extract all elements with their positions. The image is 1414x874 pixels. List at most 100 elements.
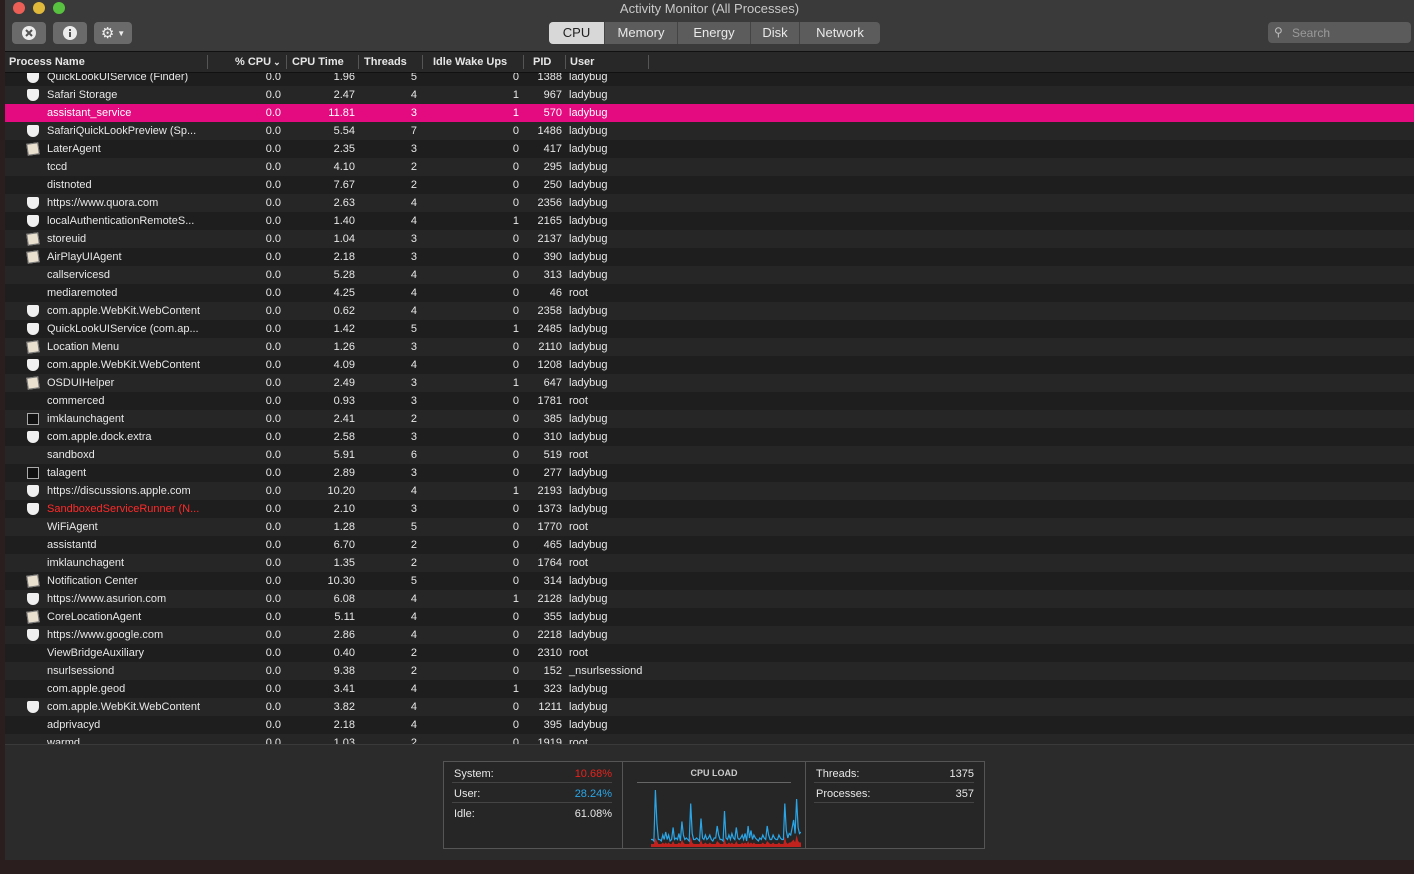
tab-energy[interactable]: Energy xyxy=(678,22,751,44)
process-row[interactable]: sandboxd 0.0 5.91 6 0 519 root xyxy=(5,446,1414,464)
process-row[interactable]: Safari Storage 0.0 2.47 4 1 967 ladybug xyxy=(5,86,1414,104)
cell-time: 4.09 xyxy=(333,359,355,371)
cell-name: tccd xyxy=(47,161,68,173)
cell-user: ladybug xyxy=(569,413,608,425)
process-row[interactable]: talagent 0.0 2.89 3 0 277 ladybug xyxy=(5,464,1414,482)
process-row[interactable]: ViewBridgeAuxiliary 0.0 0.40 2 0 2310 root xyxy=(5,644,1414,662)
process-row[interactable]: imklaunchagent 0.0 1.35 2 0 1764 root xyxy=(5,554,1414,572)
idle-label: Idle: xyxy=(454,808,475,820)
tab-cpu[interactable]: CPU xyxy=(549,22,605,44)
cell-threads: 4 xyxy=(410,719,417,731)
process-row[interactable]: com.apple.geod 0.0 3.41 4 1 323 ladybug xyxy=(5,680,1414,698)
cell-threads: 4 xyxy=(410,305,417,317)
cell-name: distnoted xyxy=(47,179,92,191)
cell-pid: 570 xyxy=(543,107,562,119)
process-row[interactable]: commerced 0.0 0.93 3 0 1781 root xyxy=(5,392,1414,410)
process-row[interactable]: LaterAgent 0.0 2.35 3 0 417 ladybug xyxy=(5,140,1414,158)
cell-threads: 4 xyxy=(410,89,417,101)
column-idle-wake-ups[interactable]: Idle Wake Ups xyxy=(433,56,507,68)
cell-pid: 1764 xyxy=(537,557,562,569)
process-row[interactable]: https://www.asurion.com 0.0 6.08 4 1 2128 lady… xyxy=(5,590,1414,608)
cell-cpu: 0.0 xyxy=(265,377,281,389)
cell-idle: 0 xyxy=(512,701,519,713)
tab-disk[interactable]: Disk xyxy=(751,22,800,44)
cell-idle: 0 xyxy=(512,431,519,443)
cell-cpu: 0.0 xyxy=(265,269,281,281)
cell-name: CoreLocationAgent xyxy=(47,611,142,623)
cell-threads: 4 xyxy=(410,287,417,299)
tab-memory[interactable]: Memory xyxy=(605,22,678,44)
cell-idle: 0 xyxy=(512,161,519,173)
cell-idle: 0 xyxy=(512,269,519,281)
cell-user: _nsurlsessiond xyxy=(569,665,643,677)
column-pid[interactable]: PID xyxy=(533,56,551,68)
process-row[interactable]: storeuid 0.0 1.04 3 0 2137 ladybug xyxy=(5,230,1414,248)
cell-pid: 417 xyxy=(543,143,562,155)
column-process-name[interactable]: Process Name xyxy=(9,56,85,68)
cell-idle: 1 xyxy=(512,683,519,695)
process-row[interactable]: assistant_service 0.0 11.81 3 1 570 ladybug xyxy=(5,104,1414,122)
process-row[interactable]: callservicesd 0.0 5.28 4 0 313 ladybug xyxy=(5,266,1414,284)
processes-label: Processes: xyxy=(816,788,871,800)
process-row[interactable]: OSDUIHelper 0.0 2.49 3 1 647 ladybug xyxy=(5,374,1414,392)
process-row[interactable]: SandboxedServiceRunner (N... 0.0 2.10 3 0 137… xyxy=(5,500,1414,518)
cell-idle: 0 xyxy=(512,143,519,155)
process-row[interactable]: https://www.google.com 0.0 2.86 4 0 2218 ladyb… xyxy=(5,626,1414,644)
process-row[interactable]: Notification Center 0.0 10.30 5 0 314 ladybug xyxy=(5,572,1414,590)
column-user[interactable]: User xyxy=(570,56,594,68)
process-row[interactable]: QuickLookUIService (Finder) 0.0 1.96 5 0 1388… xyxy=(5,73,1414,86)
terminal-icon xyxy=(27,413,39,425)
cell-cpu: 0.0 xyxy=(265,251,281,263)
cell-threads: 4 xyxy=(410,701,417,713)
process-row[interactable]: QuickLookUIService (com.ap... 0.0 1.42 5 1 24… xyxy=(5,320,1414,338)
cell-cpu: 0.0 xyxy=(265,431,281,443)
cell-time: 4.25 xyxy=(333,287,355,299)
cell-cpu: 0.0 xyxy=(265,323,281,335)
cell-idle: 1 xyxy=(512,323,519,335)
process-row[interactable]: warmd 0.0 1.03 2 0 1919 root xyxy=(5,734,1414,744)
shield-icon xyxy=(27,503,39,515)
process-row[interactable]: https://www.quora.com 0.0 2.63 4 0 2356 ladybu… xyxy=(5,194,1414,212)
cell-user: ladybug xyxy=(569,305,608,317)
process-row[interactable]: https://discussions.apple.com 0.0 10.20 4 1 2… xyxy=(5,482,1414,500)
cell-user: ladybug xyxy=(569,611,608,623)
process-row[interactable]: assistantd 0.0 6.70 2 0 465 ladybug xyxy=(5,536,1414,554)
cell-cpu: 0.0 xyxy=(265,719,281,731)
tab-network[interactable]: Network xyxy=(800,22,880,44)
process-row[interactable]: WiFiAgent 0.0 1.28 5 0 1770 root xyxy=(5,518,1414,536)
process-row[interactable]: com.apple.WebKit.WebContent 0.0 3.82 4 0 1211… xyxy=(5,698,1414,716)
column-cpu-time[interactable]: CPU Time xyxy=(292,56,344,68)
cell-threads: 4 xyxy=(410,683,417,695)
process-row[interactable]: imklaunchagent 0.0 2.41 2 0 385 ladybug xyxy=(5,410,1414,428)
cell-user: ladybug xyxy=(569,575,608,587)
process-row[interactable]: com.apple.WebKit.WebContent 0.0 0.62 4 0 2358… xyxy=(5,302,1414,320)
process-row[interactable]: CoreLocationAgent 0.0 5.11 4 0 355 ladybug xyxy=(5,608,1414,626)
cell-threads: 4 xyxy=(410,269,417,281)
search-field[interactable]: ⚲ xyxy=(1268,22,1411,43)
process-row[interactable]: adprivacyd 0.0 2.18 4 0 395 ladybug xyxy=(5,716,1414,734)
process-row[interactable]: distnoted 0.0 7.67 2 0 250 ladybug xyxy=(5,176,1414,194)
process-row[interactable]: localAuthenticationRemoteS... 0.0 1.40 4 1 21… xyxy=(5,212,1414,230)
cell-name: https://www.quora.com xyxy=(47,197,159,209)
shield-icon xyxy=(27,323,39,335)
search-input[interactable] xyxy=(1290,23,1409,43)
column-threads[interactable]: Threads xyxy=(364,56,407,68)
process-row[interactable]: nsurlsessiond 0.0 9.38 2 0 152 _nsurlsessiond xyxy=(5,662,1414,680)
process-row[interactable]: tccd 0.0 4.10 2 0 295 ladybug xyxy=(5,158,1414,176)
cell-name: com.apple.WebKit.WebContent xyxy=(47,359,201,371)
process-row[interactable]: Location Menu 0.0 1.26 3 0 2110 ladybug xyxy=(5,338,1414,356)
shield-icon xyxy=(27,701,39,713)
process-row[interactable]: mediaremoted 0.0 4.25 4 0 46 root xyxy=(5,284,1414,302)
process-row[interactable]: SafariQuickLookPreview (Sp... 0.0 5.54 7 0 14… xyxy=(5,122,1414,140)
cell-cpu: 0.0 xyxy=(265,197,281,209)
cell-user: ladybug xyxy=(569,179,608,191)
process-row[interactable]: com.apple.dock.extra 0.0 2.58 3 0 310 ladybug xyxy=(5,428,1414,446)
action-menu-button[interactable]: ⚙ ▼ xyxy=(94,22,132,44)
inspect-process-button[interactable] xyxy=(53,22,87,44)
quit-process-button[interactable] xyxy=(12,22,46,44)
cell-user: ladybug xyxy=(569,73,608,83)
process-row[interactable]: com.apple.WebKit.WebContent 0.0 4.09 4 0 1208… xyxy=(5,356,1414,374)
process-list[interactable]: QuickLookUIService (Finder) 0.0 1.96 5 0 1388… xyxy=(5,73,1414,744)
column-cpu[interactable]: % CPU ⌄ xyxy=(235,56,281,68)
process-row[interactable]: AirPlayUIAgent 0.0 2.18 3 0 390 ladybug xyxy=(5,248,1414,266)
